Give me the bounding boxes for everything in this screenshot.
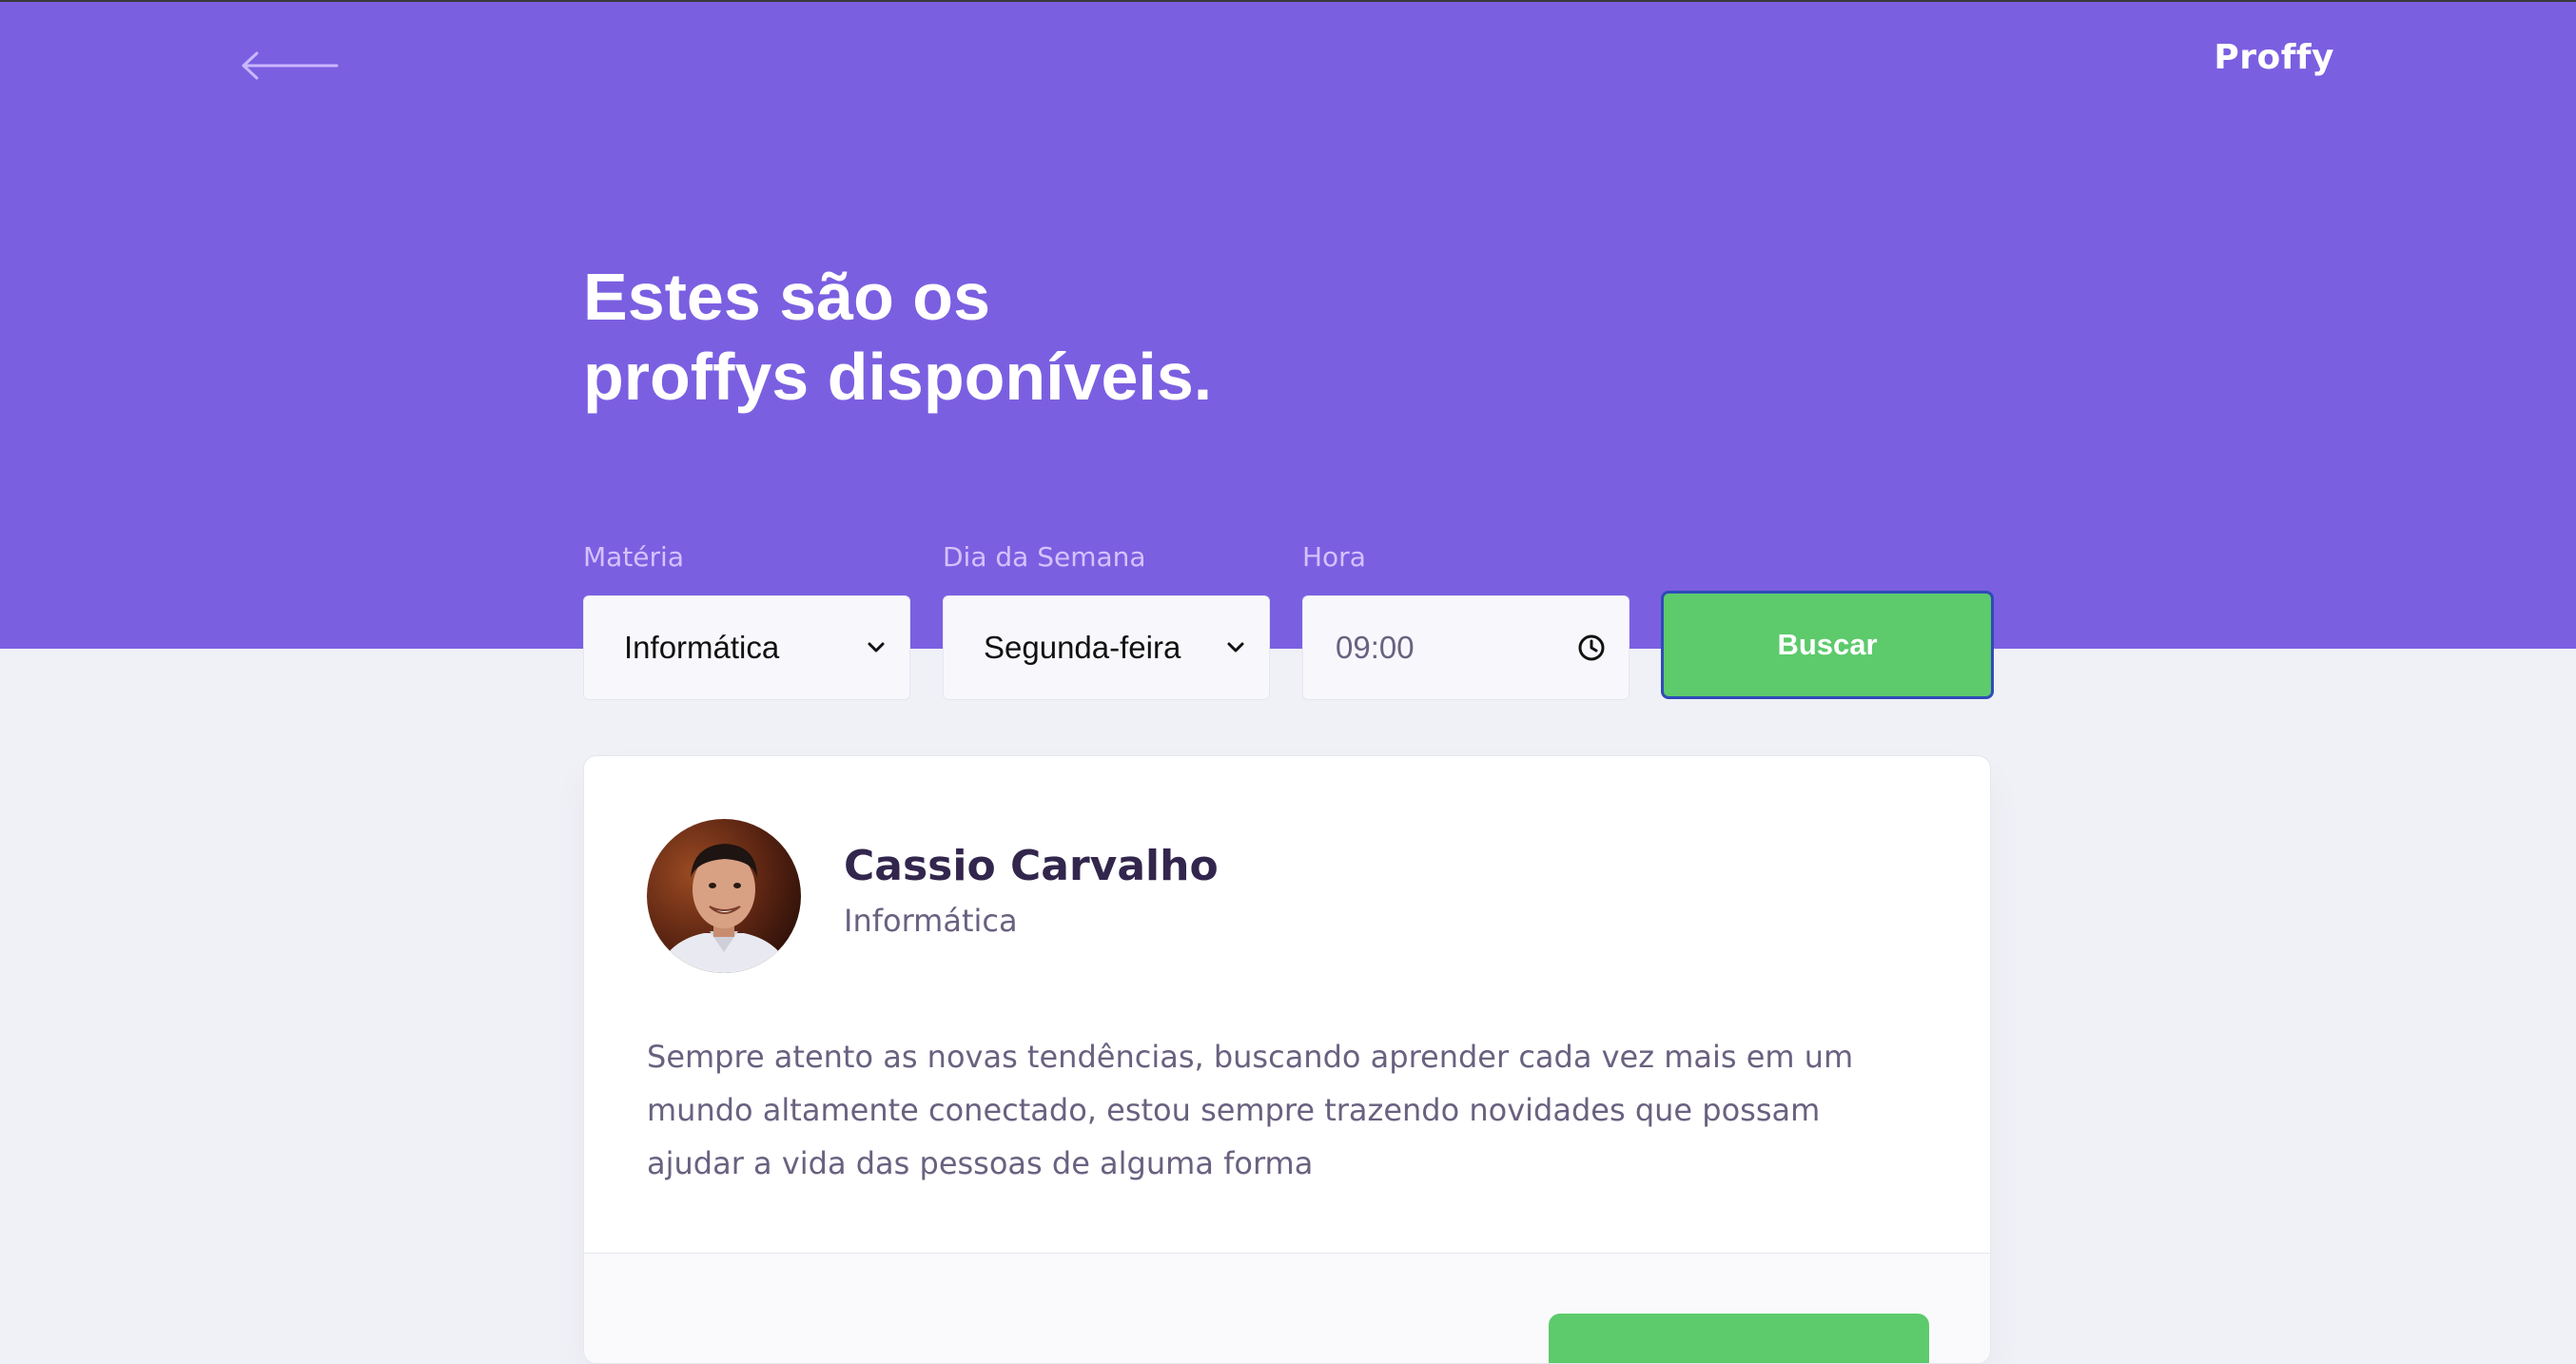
back-button[interactable] (238, 49, 342, 82)
page-title-line-1: Estes são os (583, 260, 990, 334)
subject-label: Matéria (583, 541, 684, 573)
page-header: Proffy Estes são os proffys disponíveis. (0, 2, 2576, 649)
time-label: Hora (1302, 541, 1366, 573)
teacher-card: Cassio Carvalho Informática Sempre atent… (583, 755, 1991, 1364)
page-title-line-2: proffys disponíveis. (583, 340, 1213, 414)
teacher-subject: Informática (844, 903, 1018, 939)
week-day-select-value: Segunda-feira (984, 630, 1181, 665)
teacher-avatar (647, 819, 801, 973)
teacher-bio: Sempre atento as novas tendências, busca… (647, 1039, 1854, 1181)
teacher-name: Cassio Carvalho (844, 842, 1219, 890)
week-day-select[interactable]: Segunda-feira (943, 595, 1270, 700)
teacher-card-footer (584, 1253, 1990, 1363)
chevron-down-icon (1227, 642, 1244, 653)
contact-button[interactable] (1549, 1314, 1929, 1363)
search-button[interactable]: Buscar (1661, 591, 1994, 699)
arrow-left-icon (242, 51, 339, 80)
subject-select[interactable]: Informática (583, 595, 910, 700)
time-input[interactable]: 09:00 (1302, 595, 1630, 700)
page-title: Estes são os proffys disponíveis. (583, 257, 1534, 417)
proffy-logo: Proffy (2214, 38, 2334, 77)
time-input-value: 09:00 (1336, 630, 1415, 665)
subject-select-value: Informática (624, 630, 780, 665)
week-day-label: Dia da Semana (943, 541, 1146, 573)
chevron-down-icon (868, 642, 885, 653)
clock-icon[interactable] (1577, 633, 1606, 662)
